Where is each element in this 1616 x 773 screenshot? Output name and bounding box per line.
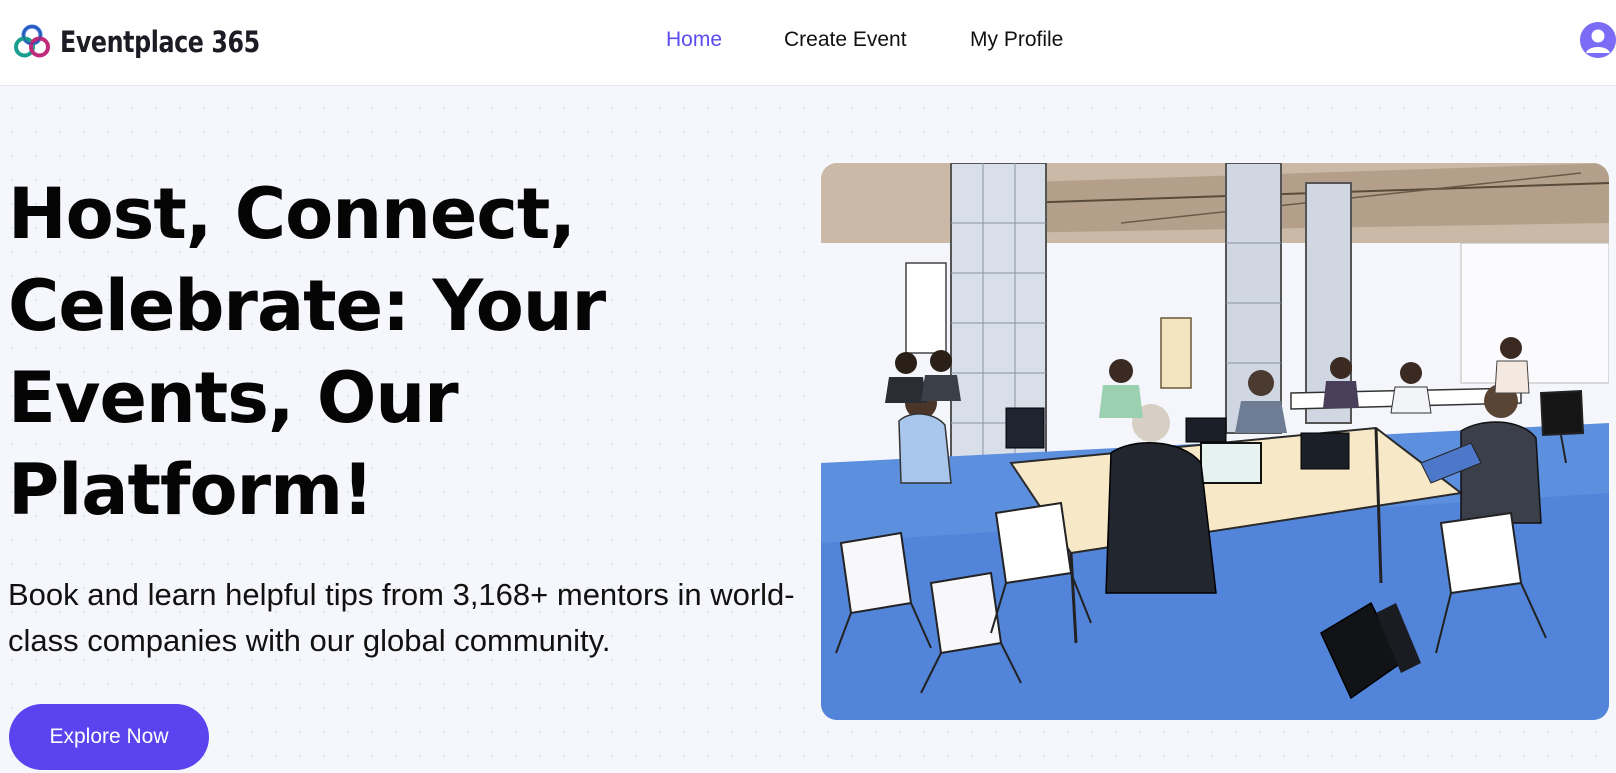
page: Eventplace 365 Home Create Event My Prof…: [0, 0, 1616, 773]
coworking-space-illustration: [821, 163, 1609, 720]
nav-my-profile-link[interactable]: My Profile: [970, 26, 1063, 54]
nav-create-event-link[interactable]: Create Event: [784, 26, 907, 54]
nav-home-link[interactable]: Home: [666, 26, 722, 54]
hero-subtitle: Book and learn helpful tips from 3,168+ …: [8, 577, 795, 658]
user-avatar-icon[interactable]: [1580, 22, 1616, 58]
top-navbar: Eventplace 365 Home Create Event My Prof…: [0, 0, 1616, 86]
hero-image: [821, 163, 1609, 720]
explore-now-button[interactable]: Explore Now: [9, 704, 209, 770]
hero-title: Host, Connect, Celebrate: Your Events, O…: [8, 173, 606, 531]
main-nav: Home Create Event My Profile: [0, 0, 1616, 80]
